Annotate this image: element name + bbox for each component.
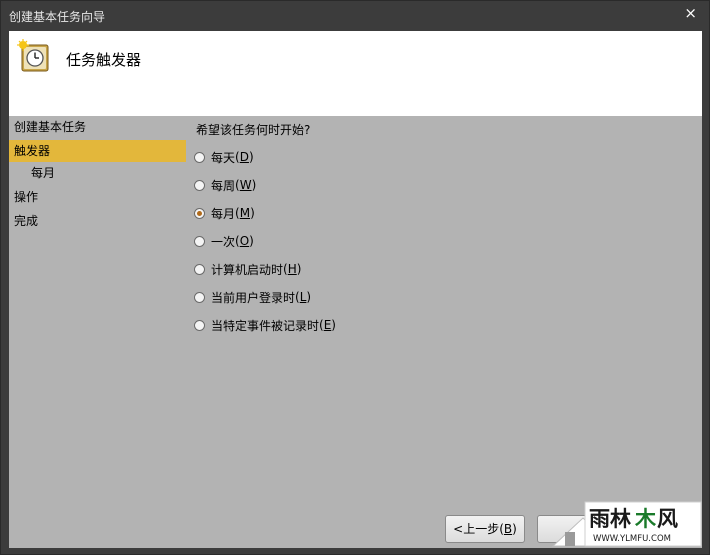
trigger-option[interactable]: 每周(W): [194, 176, 256, 194]
option-mnemonic: W: [239, 178, 252, 192]
wizard-window: 创建基本任务向导 × 任务触发器 创建基本任务 触发器 每月 操作 完成 希望该…: [0, 0, 710, 555]
radio-button[interactable]: [194, 179, 205, 191]
window-title: 创建基本任务向导: [9, 10, 106, 24]
option-mnemonic: M: [239, 206, 251, 220]
option-mnemonic: D: [239, 150, 249, 164]
option-paren: ): [249, 234, 254, 248]
option-mnemonic: E: [323, 318, 332, 332]
nav-item-trigger[interactable]: 触发器: [9, 140, 186, 162]
option-label: 一次: [211, 234, 236, 249]
option-label: 每月: [211, 206, 236, 221]
option-label: 每天: [211, 150, 236, 165]
svg-text:木: 木: [634, 507, 657, 531]
trigger-options-panel: 希望该任务何时开始? 每天(D) 每周(W) 每月(M) 一次(O) 计算机启动时(H)…: [188, 116, 702, 496]
back-button-mnemonic: B: [503, 522, 513, 536]
option-mnemonic: H: [287, 262, 297, 276]
svg-text:雨林: 雨林: [589, 507, 631, 531]
option-label: 计算机启动时: [211, 262, 284, 277]
option-paren: ): [296, 262, 302, 276]
option-paren: ): [248, 150, 254, 164]
radio-button[interactable]: [194, 291, 205, 303]
option-paren: ): [306, 290, 312, 304]
option-label: 当前用户登录时: [211, 290, 296, 305]
back-button-suffix: ): [512, 522, 517, 536]
trigger-option[interactable]: 一次(O): [194, 232, 254, 250]
ylmf-watermark-logo: 雨林 木 风 WWW.YLMFU.COM: [551, 501, 702, 547]
radio-button[interactable]: [194, 263, 205, 275]
nav-item-finish[interactable]: 完成: [9, 210, 186, 232]
task-clock-icon: [17, 39, 49, 72]
option-paren: ): [251, 178, 257, 192]
option-paren: ): [331, 318, 336, 332]
title-bar: 创建基本任务向导 ×: [1, 1, 709, 31]
radio-button[interactable]: [194, 319, 205, 331]
nav-item-monthly[interactable]: 每月: [9, 162, 186, 184]
question-label: 希望该任务何时开始?: [196, 123, 311, 137]
radio-button[interactable]: [194, 235, 205, 247]
wizard-steps-nav: 创建基本任务 触发器 每月 操作 完成: [9, 116, 188, 496]
trigger-option[interactable]: 每天(D): [194, 148, 254, 166]
svg-text:风: 风: [657, 507, 678, 531]
radio-button[interactable]: [194, 207, 205, 219]
page-title: 任务触发器: [66, 51, 142, 69]
close-icon[interactable]: ×: [684, 4, 697, 22]
option-label: 每周: [211, 178, 236, 193]
trigger-option[interactable]: 当特定事件被记录时(E): [194, 316, 336, 334]
trigger-option[interactable]: 每月(M): [194, 204, 255, 222]
option-mnemonic: L: [299, 290, 307, 304]
nav-item-action[interactable]: 操作: [9, 186, 186, 208]
trigger-option[interactable]: 计算机启动时(H): [194, 260, 301, 278]
radio-button[interactable]: [194, 151, 205, 163]
option-label: 当特定事件被记录时: [211, 318, 320, 333]
option-paren: ): [250, 206, 255, 220]
option-mnemonic: O: [239, 234, 250, 248]
back-button-label: <上一步(: [453, 522, 504, 536]
trigger-option[interactable]: 当前用户登录时(L): [194, 288, 311, 306]
wizard-header: 任务触发器: [9, 31, 702, 116]
nav-item-create-basic-task[interactable]: 创建基本任务: [9, 116, 186, 138]
svg-text:WWW.YLMFU.COM: WWW.YLMFU.COM: [593, 534, 671, 544]
back-button[interactable]: <上一步(B): [445, 515, 525, 543]
